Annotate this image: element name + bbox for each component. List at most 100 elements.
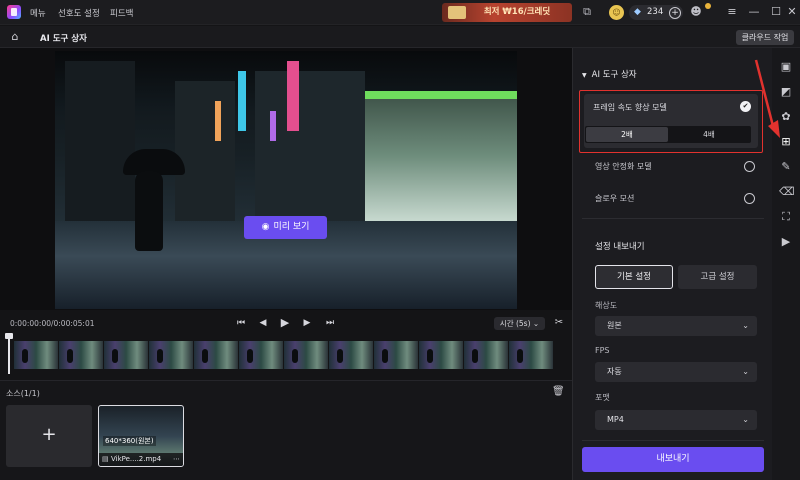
option-4x[interactable]: 4배 xyxy=(668,127,750,142)
resolution-select[interactable]: 원본 ⌄ xyxy=(595,316,757,336)
clip-resolution: 640*360(원본) xyxy=(103,436,156,446)
section-header[interactable]: ▼ AI 도구 상자 xyxy=(582,68,637,80)
timeline-frame xyxy=(14,341,58,369)
playback-controls: 0:00:00:00/0:00:05:01 ⏮ ◀ ▶ ▶ ⏭ 시간 (5s) … xyxy=(0,312,572,334)
next-frame-icon[interactable]: ▶ xyxy=(300,316,314,330)
fps-label: FPS xyxy=(595,346,610,355)
home-icon[interactable]: ⌂ xyxy=(8,30,22,44)
timeline-frame xyxy=(239,341,283,369)
format-select[interactable]: MP4 ⌄ xyxy=(595,410,757,430)
playhead[interactable] xyxy=(5,333,13,374)
preview-button[interactable]: ◉ 미리 보기 xyxy=(244,216,327,239)
annotation-arrow xyxy=(754,59,780,138)
fps-select[interactable]: 자동 ⌄ xyxy=(595,362,757,382)
timeline-frame xyxy=(374,341,418,369)
divider xyxy=(582,218,764,219)
film-icon: ▤ xyxy=(102,455,109,463)
page-header: ⌂ AI 도구 상자 클라우드 작업 xyxy=(0,26,800,48)
account-upgrade-icon[interactable]: ☻ xyxy=(689,5,703,19)
close-icon[interactable]: ✕ xyxy=(786,4,798,20)
clip-name: VikPe....2.mp4 xyxy=(111,455,162,463)
fps-value: 자동 xyxy=(607,367,622,376)
promo-text: 최저 ₩16/크레딧 xyxy=(483,7,551,17)
video-building xyxy=(255,71,365,231)
frame-rate-model-label: 프레임 속도 향상 모델 xyxy=(593,103,667,112)
video-preview xyxy=(55,51,517,309)
eraser-icon[interactable]: ⌫ xyxy=(779,185,795,199)
skip-start-icon[interactable]: ⏮ xyxy=(234,316,248,330)
timeline-frame xyxy=(464,341,508,369)
ai-toolbox-panel: ▼ AI 도구 상자 프레임 속도 향상 모델 ✔ 2배 4배 영상 안정화 모델… xyxy=(572,48,772,480)
tab-advanced-settings[interactable]: 고급 설정 xyxy=(678,265,757,289)
caret-down-icon: ▼ xyxy=(582,72,587,79)
avatar[interactable]: ☺ xyxy=(609,5,624,20)
menu-item-menu[interactable]: 메뉴 xyxy=(30,7,46,19)
prev-frame-icon[interactable]: ◀ xyxy=(256,316,270,330)
chevron-down-icon: ⌄ xyxy=(742,321,749,330)
resolution-label: 해상도 xyxy=(595,301,618,310)
timeline-filmstrip[interactable] xyxy=(14,341,560,369)
video-storefront xyxy=(365,91,517,221)
add-source-button[interactable]: + xyxy=(6,405,92,467)
preview-area: ◉ 미리 보기 xyxy=(0,48,572,310)
title-bar: 메뉴 선호도 설정 피드백 최저 ₩16/크레딧 ⧉ ☺ ◆ 234 + ☻ ≡… xyxy=(0,0,800,25)
timeline-frame xyxy=(329,341,373,369)
timeline-frame xyxy=(284,341,328,369)
timeline-frame xyxy=(104,341,148,369)
menu-item-feedback[interactable]: 피드백 xyxy=(110,7,133,19)
screen-record-icon[interactable]: ⧉ xyxy=(580,5,594,19)
duration-select[interactable]: 시간 (5s) ⌄ xyxy=(494,317,545,330)
highlight-box: 프레임 속도 향상 모델 ✔ xyxy=(579,90,763,153)
notification-dot xyxy=(705,3,711,9)
cloud-task-button[interactable]: 클라우드 작업 xyxy=(736,30,794,45)
duration-label: 시간 (5s) xyxy=(499,319,531,328)
edit-icon[interactable]: ✎ xyxy=(779,160,793,174)
tab-basic-settings[interactable]: 기본 설정 xyxy=(595,265,673,289)
format-value: MP4 xyxy=(607,415,624,424)
option-2x[interactable]: 2배 xyxy=(586,127,668,142)
diamond-icon: ◆ xyxy=(634,7,641,17)
source-panel: 소스(1/1) 🗑 + 640*360(원본) ▤ VikPe....2.mp4… xyxy=(0,380,572,480)
source-clip[interactable]: 640*360(원본) ▤ VikPe....2.mp4 ⋯ xyxy=(98,405,184,467)
neon-sign xyxy=(215,101,221,141)
add-credits-button[interactable]: + xyxy=(669,6,681,19)
promo-banner[interactable]: 최저 ₩16/크레딧 xyxy=(442,3,572,22)
radio-stabilization[interactable] xyxy=(744,161,755,172)
credits-count: 234 xyxy=(647,7,664,17)
divider xyxy=(582,440,764,441)
trash-icon[interactable]: 🗑 xyxy=(552,386,565,398)
export-button[interactable]: 내보내기 xyxy=(582,447,764,472)
timeline-frame xyxy=(419,341,463,369)
menu-item-preferences[interactable]: 선호도 설정 xyxy=(58,7,100,19)
timeline-frame xyxy=(194,341,238,369)
timeline-frame xyxy=(59,341,103,369)
neon-sign xyxy=(287,61,299,131)
source-title: 소스(1/1) xyxy=(6,389,40,398)
timeline-frame xyxy=(509,341,553,369)
credits-badge[interactable]: ◆ 234 + xyxy=(629,5,683,20)
page-title: AI 도구 상자 xyxy=(40,34,87,44)
scissors-icon[interactable]: ✂ xyxy=(552,316,566,330)
check-icon[interactable]: ✔ xyxy=(740,101,751,112)
maximize-icon[interactable]: ☐ xyxy=(768,4,784,20)
app-logo-icon xyxy=(7,5,21,19)
minimize-icon[interactable]: — xyxy=(746,4,762,20)
timeline-frame xyxy=(149,341,193,369)
video-person xyxy=(135,171,163,251)
window-menu-icon[interactable]: ≡ xyxy=(724,4,740,20)
multiplier-toggle: 2배 4배 xyxy=(585,126,751,143)
video-store-sign xyxy=(365,91,517,99)
video-building xyxy=(65,61,135,231)
option-slow-motion[interactable]: 슬로우 모션 xyxy=(595,193,634,204)
format-label: 포맷 xyxy=(595,393,610,402)
chevron-down-icon: ⌄ xyxy=(532,319,540,328)
more-icon[interactable]: ⋯ xyxy=(173,453,180,466)
section-title: AI 도구 상자 xyxy=(591,70,637,80)
radio-slow-motion[interactable] xyxy=(744,193,755,204)
crop-icon[interactable]: ⛶ xyxy=(779,210,793,224)
neon-sign xyxy=(270,111,276,141)
video-play-icon[interactable]: ▶ xyxy=(779,235,793,249)
play-icon[interactable]: ▶ xyxy=(278,316,292,330)
skip-end-icon[interactable]: ⏭ xyxy=(323,316,337,330)
option-stabilization[interactable]: 영상 안정화 모델 xyxy=(595,161,652,172)
